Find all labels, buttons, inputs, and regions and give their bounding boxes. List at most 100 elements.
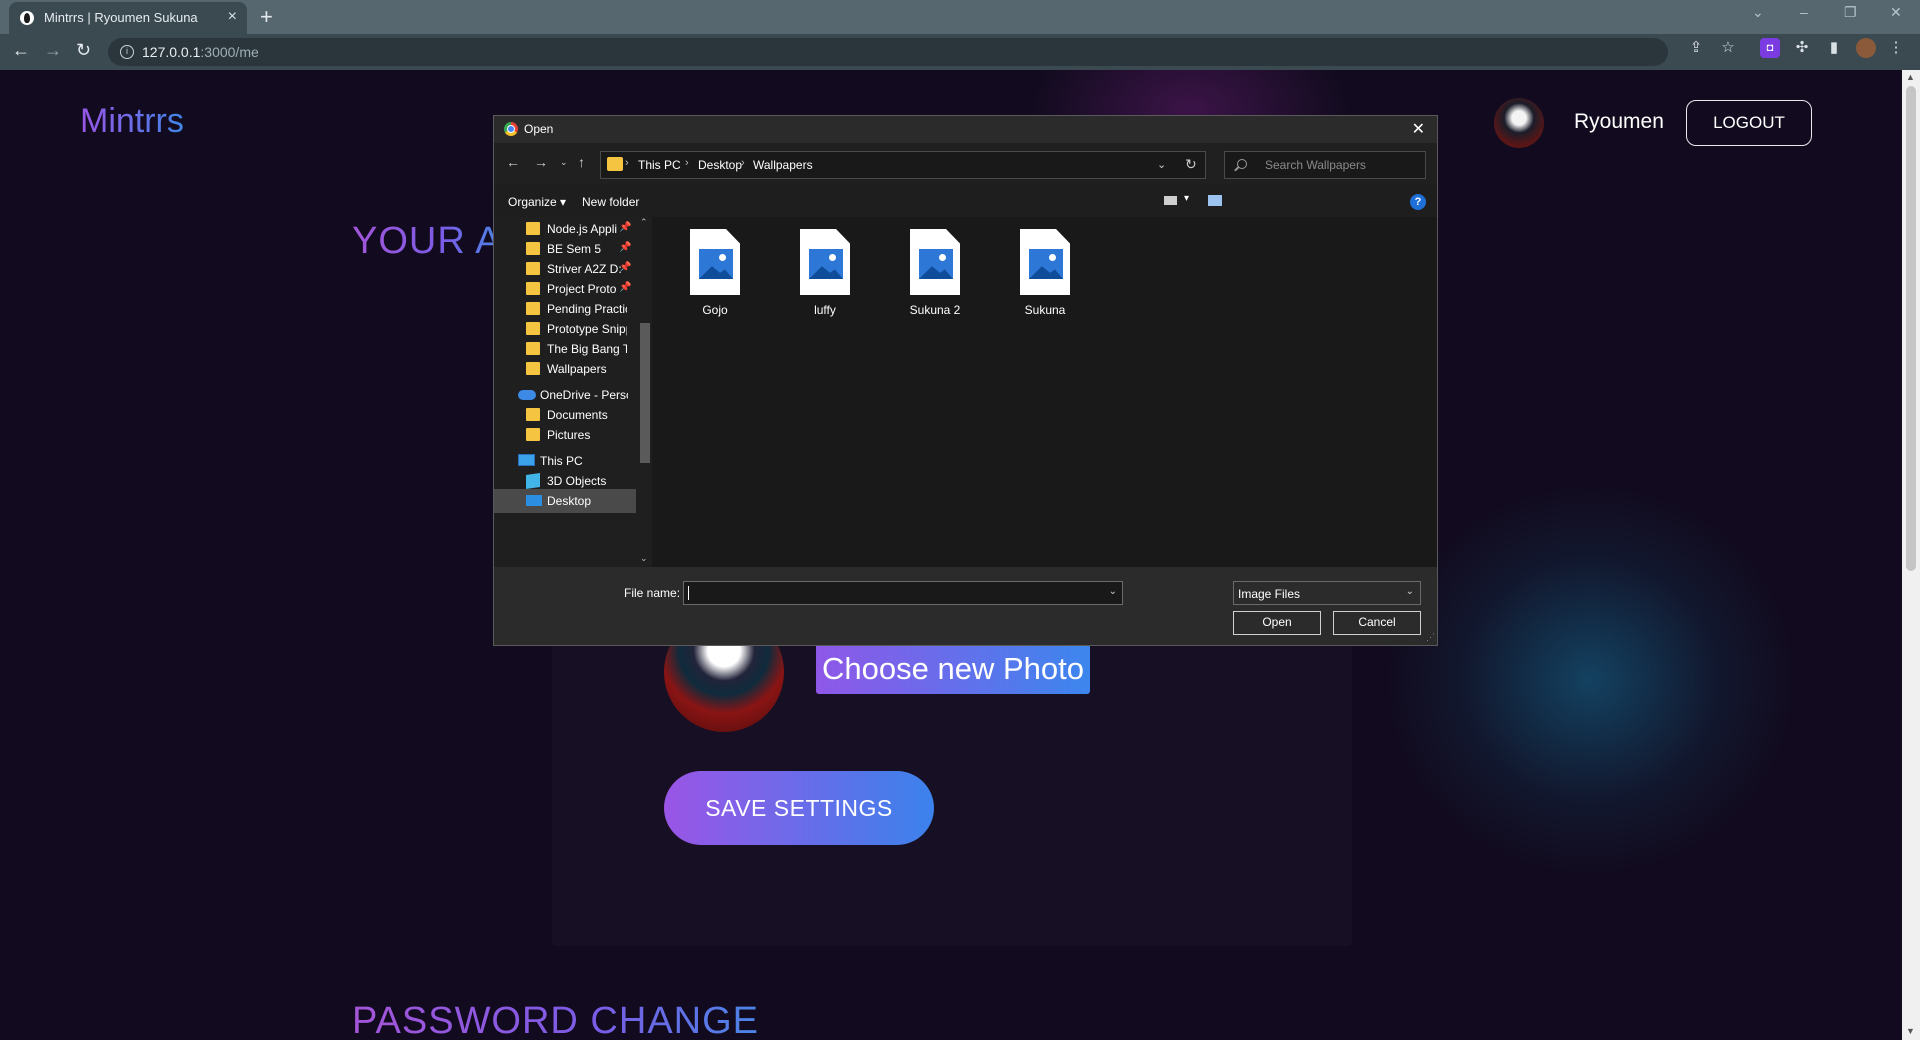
file-type-select[interactable]: Image Files ⌄ <box>1233 581 1421 605</box>
tab-search-icon[interactable]: ⌄ <box>1752 4 1764 21</box>
image-file-icon <box>1020 229 1070 295</box>
recent-locations-icon[interactable]: ⌄ <box>560 157 568 168</box>
header-avatar[interactable] <box>1494 98 1544 148</box>
forward-icon[interactable]: → <box>44 40 62 61</box>
dialog-forward-icon[interactable]: → <box>534 154 548 170</box>
change-view-icon[interactable] <box>1164 196 1177 205</box>
dialog-search-input[interactable]: Search Wallpapers <box>1224 151 1426 179</box>
dialog-command-bar: Organize ▾ New folder ▾ ? <box>494 185 1437 217</box>
view-dropdown-icon[interactable]: ▾ <box>1184 193 1189 204</box>
scroll-down-icon[interactable]: ▼ <box>1906 1026 1915 1036</box>
background-glow <box>1390 490 1790 870</box>
share-icon[interactable]: ⇪ <box>1686 38 1706 58</box>
dialog-title-bar[interactable]: Open ✕ <box>494 116 1437 143</box>
menu-kebab-icon[interactable]: ⋮ <box>1886 38 1906 58</box>
folder-icon <box>607 157 623 171</box>
nav-item-desktop[interactable]: Desktop <box>494 489 652 513</box>
reload-icon[interactable]: ↻ <box>76 40 91 61</box>
close-window-icon[interactable]: ✕ <box>1890 4 1902 21</box>
chevron-right-icon[interactable]: › <box>625 157 629 169</box>
new-folder-button[interactable]: New folder <box>582 195 639 209</box>
onedrive-cloud-icon <box>518 390 536 400</box>
help-icon[interactable]: ? <box>1410 194 1426 210</box>
new-tab-icon[interactable]: + <box>260 4 273 30</box>
nav-item-wallpapers[interactable]: Wallpapers <box>494 357 634 381</box>
logout-button[interactable]: LOGOUT <box>1686 100 1812 146</box>
breadcrumb-this-pc[interactable]: This PC <box>638 158 681 172</box>
back-icon[interactable]: ← <box>12 40 30 61</box>
folder-icon <box>526 408 540 421</box>
browser-tab-strip: Mintrrs | Ryoumen Sukuna × + ⌄ – ❐ ✕ <box>0 0 1920 34</box>
bookmark-star-icon[interactable]: ☆ <box>1718 38 1738 58</box>
file-item[interactable]: Sukuna 2 <box>894 229 976 329</box>
pin-icon: 📌 <box>619 262 632 273</box>
dialog-title: Open <box>524 122 554 136</box>
chevron-right-icon[interactable]: › <box>741 157 745 169</box>
file-name-input[interactable]: ⌄ <box>683 581 1123 605</box>
url-text: 127.0.0.1:3000/me <box>142 44 259 60</box>
dialog-file-list: Gojo luffy Sukuna 2 Sukuna <box>652 217 1437 567</box>
image-file-icon <box>800 229 850 295</box>
folder-icon <box>526 322 540 335</box>
nav-item-pictures[interactable]: Pictures <box>494 423 634 447</box>
organize-menu[interactable]: Organize ▾ <box>508 195 566 209</box>
save-settings-button[interactable]: SAVE SETTINGS <box>664 771 934 845</box>
address-bar[interactable]: i 127.0.0.1:3000/me <box>108 38 1668 66</box>
nav-pane-scrollbar[interactable]: ⌃ ⌄ <box>636 217 652 567</box>
close-tab-icon[interactable]: × <box>228 8 237 26</box>
file-item[interactable]: Gojo <box>674 229 756 329</box>
chevron-down-icon: ⌄ <box>1405 586 1414 597</box>
breadcrumb-wallpapers[interactable]: Wallpapers <box>753 158 813 172</box>
refresh-icon[interactable]: ↻ <box>1185 156 1197 173</box>
file-item[interactable]: Sukuna <box>1004 229 1086 329</box>
chrome-logo-icon <box>504 122 518 136</box>
pin-icon: 📌 <box>619 242 632 253</box>
scrollbar-thumb[interactable] <box>1906 86 1916 571</box>
minimize-icon[interactable]: – <box>1800 4 1808 20</box>
folder-icon <box>526 342 540 355</box>
image-file-icon <box>690 229 740 295</box>
folder-icon <box>526 222 540 235</box>
browser-tab[interactable]: Mintrrs | Ryoumen Sukuna × <box>9 2 247 34</box>
folder-icon <box>526 428 540 441</box>
profile-avatar[interactable] <box>1856 38 1876 58</box>
folder-icon <box>526 282 540 295</box>
resize-grip-icon[interactable]: ⋰ <box>1426 632 1435 643</box>
extension-icon[interactable]: ◘ <box>1760 38 1780 58</box>
text-caret <box>688 586 689 600</box>
scroll-up-icon[interactable]: ⌃ <box>640 217 648 228</box>
dialog-close-icon[interactable]: ✕ <box>1412 119 1425 139</box>
search-icon <box>1237 159 1247 169</box>
scroll-up-icon[interactable]: ▲ <box>1906 72 1915 82</box>
header-user-name[interactable]: Ryoumen <box>1574 110 1664 134</box>
dialog-back-icon[interactable]: ← <box>506 154 520 170</box>
open-button[interactable]: Open <box>1233 611 1321 635</box>
3d-objects-icon <box>526 473 540 489</box>
browser-toolbar: ← → ↻ i 127.0.0.1:3000/me ⇪ ☆ ◘ ✣ ▮ ⋮ <box>0 34 1920 70</box>
chevron-down-icon[interactable]: ⌄ <box>1157 158 1166 171</box>
password-change-heading: PASSWORD CHANGE <box>352 1000 759 1040</box>
up-folder-icon[interactable]: ↑ <box>578 154 585 170</box>
dialog-path-bar[interactable]: › This PC › Desktop › Wallpapers ⌄ ↻ <box>600 151 1206 179</box>
breadcrumb-desktop[interactable]: Desktop <box>698 158 742 172</box>
site-logo[interactable]: Mintrrs <box>80 102 184 141</box>
chevron-down-icon[interactable]: ⌄ <box>1109 586 1117 597</box>
chevron-right-icon[interactable]: › <box>685 157 689 169</box>
favicon-icon <box>20 11 34 25</box>
scroll-down-icon[interactable]: ⌄ <box>640 553 648 564</box>
file-item[interactable]: luffy <box>784 229 866 329</box>
folder-icon <box>526 362 540 375</box>
pin-icon: 📌 <box>619 222 632 233</box>
preview-pane-icon[interactable] <box>1208 195 1222 206</box>
extensions-puzzle-icon[interactable]: ✣ <box>1792 38 1812 58</box>
page-scrollbar[interactable]: ▲ ▼ <box>1902 70 1920 1040</box>
restore-icon[interactable]: ❐ <box>1844 4 1857 21</box>
side-panel-icon[interactable]: ▮ <box>1824 38 1844 58</box>
site-info-icon[interactable]: i <box>120 45 134 59</box>
nav-scroll-thumb[interactable] <box>640 323 650 463</box>
desktop-icon <box>526 495 542 506</box>
choose-photo-button[interactable]: Choose new Photo <box>816 644 1090 694</box>
file-name-label: File name: <box>624 586 681 600</box>
dialog-navigation-pane: Node.js Appli 📌 BE Sem 5 📌 Striver A2Z D: 📌… <box>494 217 652 567</box>
cancel-button[interactable]: Cancel <box>1333 611 1421 635</box>
